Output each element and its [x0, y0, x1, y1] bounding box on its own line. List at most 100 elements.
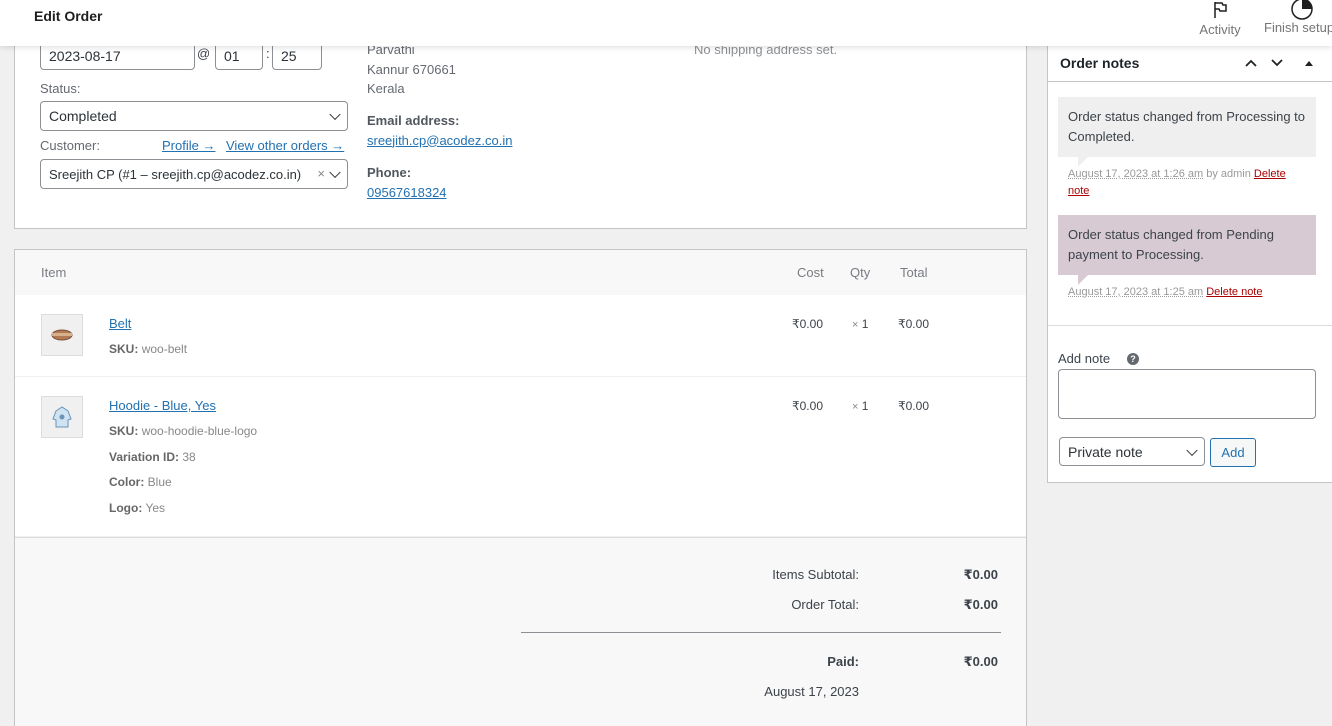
paid-value: ₹0.00: [964, 654, 998, 670]
note-date: August 17, 2023 at 1:25 am: [1068, 286, 1203, 298]
add-note-textarea[interactable]: [1058, 369, 1316, 419]
logo-label: Logo:: [109, 501, 142, 515]
sku-value: woo-belt: [142, 342, 187, 356]
hoodie-image: [42, 397, 82, 437]
notes-divider: [1048, 325, 1332, 326]
progress-circle-icon: [1289, 0, 1315, 22]
order-totals: Items Subtotal: ₹0.00 Order Total: ₹0.00…: [15, 537, 1026, 726]
finish-setup-button[interactable]: Finish setup: [1262, 0, 1332, 46]
order-minute-input[interactable]: 25: [272, 42, 322, 70]
customer-select[interactable]: Sreejith CP (#1 – sreejith.cp@acodez.co.…: [40, 159, 348, 189]
qty-times: ×: [852, 319, 858, 331]
order-hour-value: 01: [224, 48, 240, 64]
billing-state: Kerala: [367, 79, 456, 99]
order-data-panel: 2023-08-17 @ 01 : 25 Status: Completed C…: [14, 20, 1027, 229]
table-row: Belt SKU: woo-belt ₹0.00 × 1 ₹0.00: [15, 295, 1026, 377]
note-meta: August 17, 2023 at 1:26 am by admin Dele…: [1068, 166, 1308, 200]
at-separator: @: [197, 46, 210, 61]
order-notes-panel: Order notes Order status changed from Pr…: [1047, 44, 1332, 483]
status-select[interactable]: Completed: [40, 101, 348, 131]
variation-value: 38: [182, 450, 195, 464]
cost-column-header: Cost: [797, 265, 824, 280]
page-title: Edit Order: [34, 8, 102, 24]
items-subtotal-value: ₹0.00: [964, 567, 998, 583]
chevron-down-icon: [329, 167, 340, 178]
customer-value: Sreejith CP (#1 – sreejith.cp@acodez.co.…: [49, 167, 301, 182]
status-value: Completed: [49, 108, 117, 124]
note-meta: August 17, 2023 at 1:25 am Delete note: [1068, 284, 1308, 301]
table-row: Hoodie - Blue, Yes SKU: woo-hoodie-blue-…: [15, 377, 1026, 537]
item-total: ₹0.00: [898, 317, 929, 331]
view-other-orders-link[interactable]: View other orders →: [226, 138, 344, 153]
item-color: Color: Blue: [109, 475, 172, 489]
clear-customer-icon[interactable]: ×: [317, 166, 325, 181]
variation-label: Variation ID:: [109, 450, 179, 464]
items-table-header: Item Cost Qty Total: [15, 250, 1026, 295]
belt-image: [42, 315, 82, 355]
collapse-toggle-icon[interactable]: [1303, 58, 1315, 68]
status-label: Status:: [40, 81, 80, 96]
order-hour-input[interactable]: 01: [215, 42, 263, 70]
hoodie-thumbnail: [41, 396, 83, 438]
move-up-icon[interactable]: [1244, 57, 1258, 69]
color-label: Color:: [109, 475, 144, 489]
item-total: ₹0.00: [898, 399, 929, 413]
time-separator: :: [266, 46, 270, 61]
order-date-input[interactable]: 2023-08-17: [40, 42, 195, 70]
paid-label: Paid:: [827, 654, 859, 669]
item-qty: × 1: [852, 317, 868, 331]
phone-label: Phone:: [367, 165, 411, 180]
paid-date: August 17, 2023: [764, 684, 859, 699]
phone-link[interactable]: 09567618324: [367, 185, 447, 200]
item-sku: SKU: woo-belt: [109, 342, 187, 356]
item-cost: ₹0.00: [792, 399, 823, 413]
top-bar: Edit Order Activity Finish setup: [0, 0, 1332, 46]
add-note-label: Add note: [1058, 351, 1110, 366]
help-icon[interactable]: ?: [1127, 353, 1139, 365]
email-label: Email address:: [367, 113, 460, 128]
email-link[interactable]: sreejith.cp@acodez.co.in: [367, 133, 512, 148]
chevron-down-icon: [329, 109, 340, 120]
move-down-icon[interactable]: [1270, 57, 1284, 69]
billing-phone-block: Phone: 09567618324: [367, 163, 447, 202]
item-cost: ₹0.00: [792, 317, 823, 331]
order-notes-header: Order notes: [1048, 44, 1332, 82]
item-variation: Variation ID: 38: [109, 450, 196, 464]
color-value: Blue: [148, 475, 172, 489]
logo-value: Yes: [145, 501, 165, 515]
note-text: Order status changed from Pending paymen…: [1068, 227, 1274, 262]
billing-email-block: Email address: sreejith.cp@acodez.co.in: [367, 111, 512, 150]
order-notes-title: Order notes: [1060, 55, 1139, 71]
item-logo: Logo: Yes: [109, 501, 165, 515]
note-type-select[interactable]: Private note: [1059, 437, 1205, 466]
activity-button[interactable]: Activity: [1190, 0, 1250, 46]
add-note-button[interactable]: Add: [1210, 438, 1256, 467]
note-type-value: Private note: [1068, 444, 1143, 460]
order-total-value: ₹0.00: [964, 597, 998, 613]
order-note: Order status changed from Processing to …: [1058, 97, 1316, 157]
item-name-link[interactable]: Hoodie - Blue, Yes: [109, 398, 216, 413]
qty-column-header: Qty: [850, 265, 870, 280]
sku-value: woo-hoodie-blue-logo: [142, 424, 257, 438]
order-items-panel: Item Cost Qty Total Belt SKU: woo-belt ₹…: [14, 249, 1027, 726]
order-total-label: Order Total:: [791, 597, 859, 612]
qty-value: 1: [862, 317, 869, 331]
activity-label: Activity: [1190, 22, 1250, 37]
delete-note-link[interactable]: Delete note: [1206, 286, 1262, 298]
profile-link[interactable]: Profile →: [162, 138, 215, 153]
note-text: Order status changed from Processing to …: [1068, 109, 1305, 144]
item-name-link[interactable]: Belt: [109, 316, 131, 331]
sku-label: SKU:: [109, 342, 138, 356]
qty-value: 1: [862, 399, 869, 413]
order-date-value: 2023-08-17: [49, 48, 121, 64]
note-date: August 17, 2023 at 1:26 am: [1068, 168, 1203, 180]
totals-divider: [521, 632, 1001, 633]
order-minute-value: 25: [281, 48, 297, 64]
finish-setup-label: Finish setup: [1264, 20, 1332, 35]
billing-address: Parvathi Kannur 670661 Kerala: [367, 40, 456, 99]
sku-label: SKU:: [109, 424, 138, 438]
belt-thumbnail: [41, 314, 83, 356]
customer-label: Customer:: [40, 138, 100, 153]
item-sku: SKU: woo-hoodie-blue-logo: [109, 424, 257, 438]
total-column-header: Total: [900, 265, 927, 280]
